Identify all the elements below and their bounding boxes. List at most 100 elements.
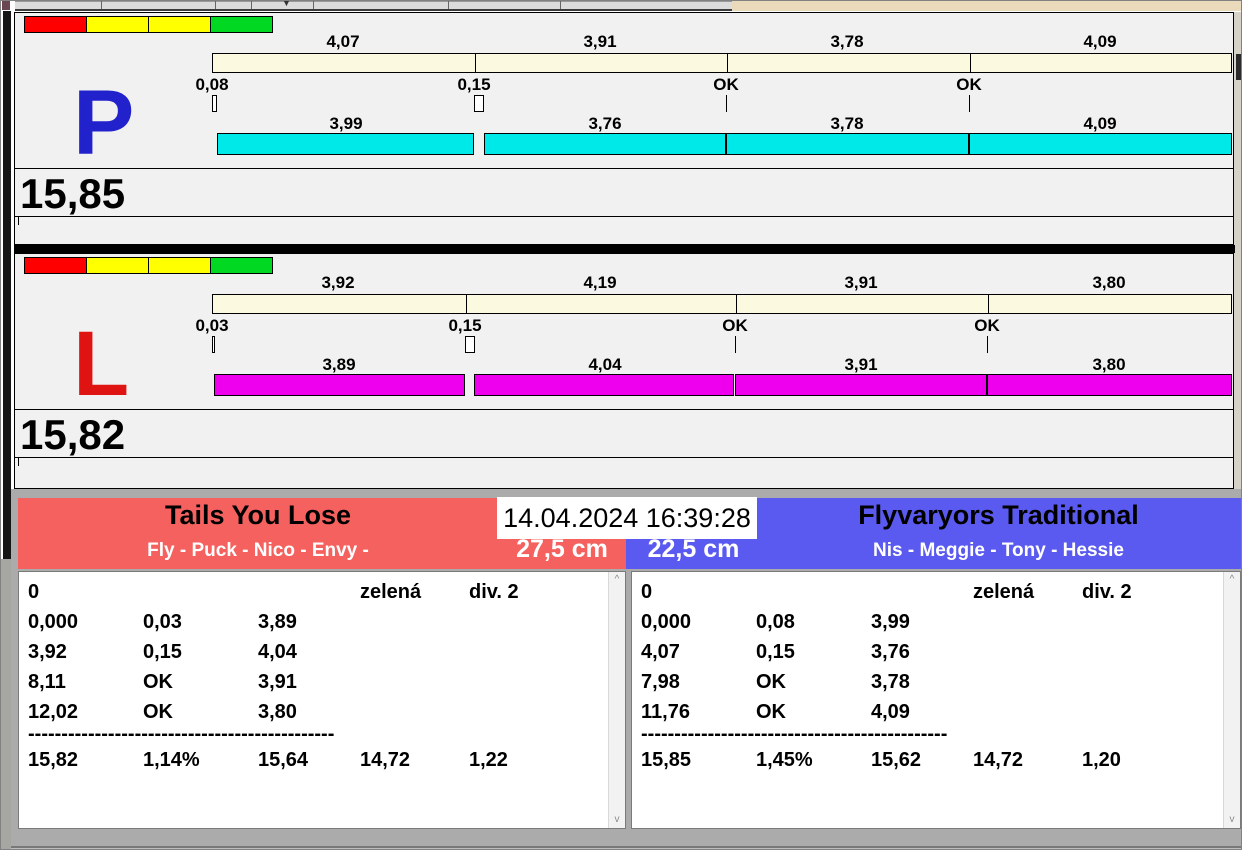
cursor-tick	[18, 458, 19, 466]
change-ok-tick	[726, 95, 727, 112]
traffic-light-segment	[210, 16, 273, 33]
crossing-time-cell: 7,98	[641, 671, 680, 693]
crossing-times-bar	[212, 53, 1232, 73]
team-dogs: Nis - Meggie - Tony - Hessie	[873, 540, 1124, 561]
change-loss-tick	[212, 95, 217, 112]
total-cell: 15,85	[641, 749, 692, 771]
lane-letter: L	[73, 313, 130, 415]
toolbar-separator	[251, 1, 252, 9]
background-toolbar	[15, 1, 732, 11]
scroll-up-icon[interactable]: ^	[1224, 572, 1240, 588]
crossing-bar-divider	[988, 295, 989, 313]
crossing-time-cell: 0,000	[641, 611, 692, 633]
change-loss-label: OK	[974, 316, 1000, 335]
results-scrollbar[interactable]: ^ v	[1223, 572, 1240, 828]
cursor-tick	[18, 217, 19, 225]
traffic-light-segment	[148, 257, 211, 274]
crossing-segment-label: 3,80	[1092, 273, 1126, 292]
crossing-bar-divider	[970, 54, 971, 72]
total-cell: 1,14%	[143, 749, 200, 771]
dog-time-label: 3,76	[588, 114, 622, 133]
change-loss-label: 0,15	[457, 75, 491, 94]
dog-time-label: 4,09	[1083, 114, 1117, 133]
crossing-bar-divider	[727, 54, 728, 72]
total-cell: 15,64	[258, 749, 309, 771]
traffic-light-segment	[86, 257, 149, 274]
change-loss-cell: 0,03	[143, 611, 182, 633]
background-window-tan-area	[732, 1, 1241, 11]
right-scroll-track[interactable]	[1234, 12, 1241, 489]
division-label: div. 2	[1082, 581, 1132, 603]
crossing-segment-label: 4,07	[326, 32, 360, 51]
dog-time-cell: 3,78	[871, 671, 910, 693]
left-window-edge	[3, 11, 11, 559]
dog-time-label: 3,80	[1092, 355, 1126, 374]
results-scrollbar[interactable]: ^ v	[608, 572, 625, 828]
penalty-value: 0	[641, 581, 653, 603]
dog-time-bar	[484, 133, 726, 155]
crossing-segment-label: 3,91	[844, 273, 878, 292]
crossing-time-cell: 11,76	[641, 701, 690, 723]
lane-total-time: 15,85	[20, 170, 126, 217]
change-loss-label: OK	[956, 75, 982, 94]
crossing-segment-label: 3,92	[321, 273, 355, 292]
change-loss-tick	[465, 336, 475, 353]
lane-separator-line	[15, 216, 1233, 217]
team-dogs: Fly - Puck - Nico - Envy -	[147, 540, 369, 561]
traffic-light-segment	[210, 257, 273, 274]
toolbar-separator	[448, 1, 449, 9]
crossing-segment-label: 4,09	[1083, 32, 1117, 51]
crossing-bar-divider	[475, 54, 476, 72]
team-results-box-right: 0 zelená div. 2 0,000 0,08 3,99 4,07 0,15 3,76 7,…	[631, 571, 1241, 829]
team-name: Flyvaryors Traditional	[858, 500, 1139, 530]
dog-time-label: 3,89	[322, 355, 356, 374]
dog-time-cell: 3,76	[871, 641, 910, 663]
change-ok-tick	[987, 336, 988, 353]
toolbar-separator	[313, 1, 314, 9]
toolbar-separator	[560, 1, 561, 9]
dog-time-bar	[735, 374, 987, 396]
chevron-down-icon: ▼	[282, 0, 291, 8]
traffic-light-segment	[24, 16, 87, 33]
scroll-down-icon[interactable]: v	[1224, 812, 1240, 828]
change-loss-cell: OK	[756, 671, 786, 693]
dog-time-label: 3,91	[844, 355, 878, 374]
team-results-text: 0 zelená div. 2 0,000 0,08 3,99 4,07 0,15 3,76 7,…	[632, 572, 1223, 828]
crossing-bar-divider	[736, 295, 737, 313]
change-loss-label: 0,03	[195, 316, 229, 335]
crossing-segment-label: 3,78	[830, 32, 864, 51]
toolbar-separator	[215, 1, 216, 9]
lane-chart: 4,07 3,91 3,78 4,09 0,08 0,15 OK OK 3,99 3,76 3,78…	[195, 32, 1232, 158]
lane-separator-line	[15, 457, 1233, 458]
total-cell: 1,20	[1082, 749, 1121, 771]
team-results-text: 0 zelená div. 2 0,000 0,03 3,89 3,92 0,15 4,04 8,…	[19, 572, 608, 828]
background-window-strip: ▼	[1, 0, 1241, 11]
change-loss-label: OK	[722, 316, 748, 335]
flyball-timing-screen: ▼ P 4,07 3,91 3,78 4,09 0,08 0,15 OK OK 3,99 3,76…	[0, 0, 1242, 850]
jump-height-label: 22,5 cm	[647, 535, 740, 563]
dog-time-cell: 3,80	[258, 701, 297, 723]
lane-panel-right: P 4,07 3,91 3,78 4,09 0,08 0,15 OK OK 3,99 3,76 3,…	[14, 12, 1234, 245]
scroll-down-icon[interactable]: v	[609, 812, 625, 828]
lane-panel-left: L 3,92 4,19 3,91 3,80 0,03 0,15 OK OK 3,89 4,04 3,…	[14, 253, 1234, 489]
crossing-segment-label: 3,91	[583, 32, 617, 51]
flag-color-label: zelená	[973, 581, 1035, 603]
dog-time-label: 3,99	[329, 114, 363, 133]
change-loss-cell: 0,15	[143, 641, 182, 663]
traffic-light-segment	[148, 16, 211, 33]
dog-time-cell: 3,91	[258, 671, 297, 693]
dog-time-cell: 4,04	[258, 641, 297, 663]
flag-color-label: zelená	[360, 581, 422, 603]
scroll-up-icon[interactable]: ^	[609, 572, 625, 588]
total-cell: 1,45%	[756, 749, 813, 771]
crossing-time-cell: 3,92	[28, 641, 67, 663]
change-loss-cell: 0,08	[756, 611, 795, 633]
dog-time-bar	[214, 374, 465, 396]
change-loss-cell: 0,15	[756, 641, 795, 663]
right-scroll-thumb[interactable]	[1236, 54, 1241, 80]
change-loss-tick	[212, 336, 215, 353]
change-loss-label: 0,08	[195, 75, 229, 94]
traffic-light-segment	[24, 257, 87, 274]
total-cell: 1,22	[469, 749, 508, 771]
clock-datetime: 14.04.2024 16:39:28	[497, 497, 757, 539]
